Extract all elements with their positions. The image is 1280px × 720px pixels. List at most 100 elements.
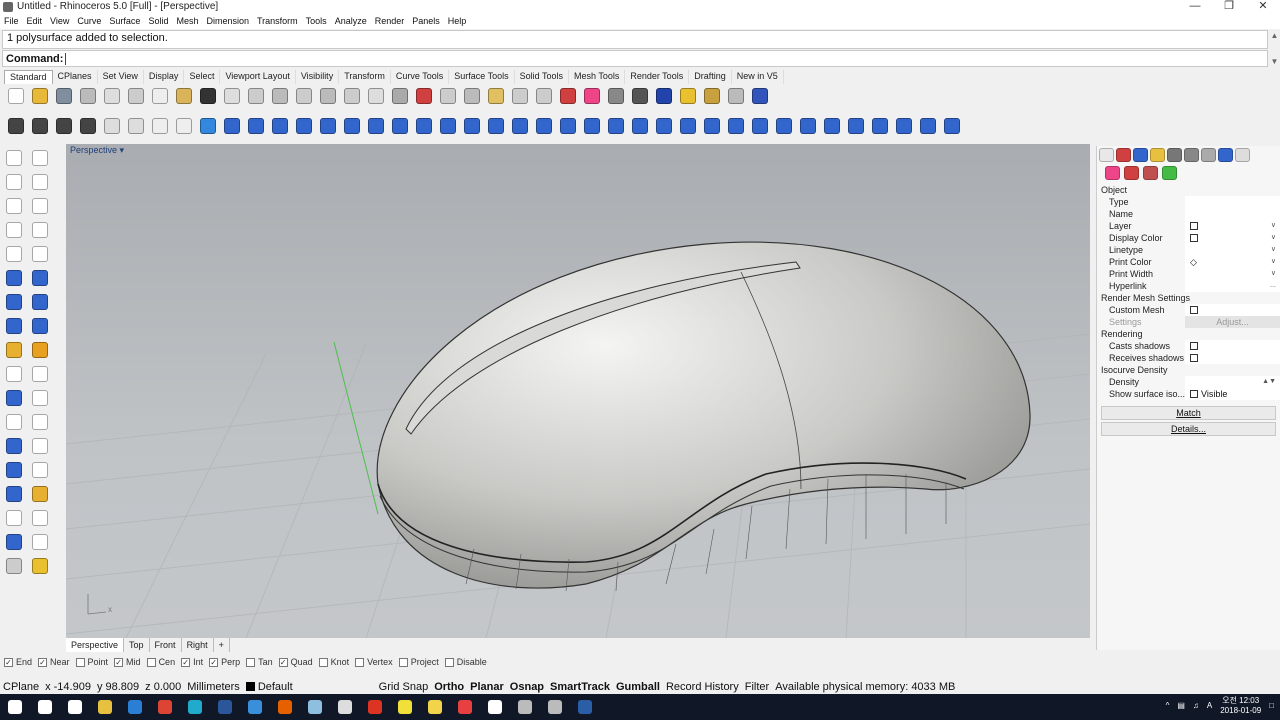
perspective-viewport[interactable]: x xyxy=(66,144,1090,638)
word-taskbar-button[interactable] xyxy=(210,694,240,720)
surface-31-button[interactable] xyxy=(940,115,964,137)
undo-view-button[interactable] xyxy=(364,85,388,107)
tab-standard[interactable]: Standard xyxy=(4,70,53,84)
scroll-down-icon[interactable]: ▼ xyxy=(1269,56,1280,68)
osnap-knot[interactable]: Knot xyxy=(318,657,349,667)
surface-4-button[interactable] xyxy=(292,115,316,137)
copy-button[interactable] xyxy=(148,85,172,107)
grid-button[interactable] xyxy=(2,506,26,530)
osnap-mid-checkbox[interactable]: ✓ xyxy=(114,657,124,667)
materials-tab-icon[interactable] xyxy=(1116,148,1131,162)
four-views-button[interactable] xyxy=(388,85,412,107)
polygon-button[interactable] xyxy=(2,242,26,266)
surface-27-button[interactable] xyxy=(844,115,868,137)
surface-6-button[interactable] xyxy=(340,115,364,137)
check-button[interactable] xyxy=(28,530,52,554)
grid-snap-button[interactable] xyxy=(412,85,436,107)
cut-button[interactable] xyxy=(124,85,148,107)
viewport-tab-right[interactable]: Right xyxy=(182,638,214,652)
warning-button[interactable] xyxy=(28,554,52,578)
polyline-button[interactable] xyxy=(2,170,26,194)
analyze-button[interactable] xyxy=(28,362,52,386)
spinner-icon[interactable]: ▲▼ xyxy=(1262,376,1276,388)
tab-cplanes[interactable]: CPlanes xyxy=(53,70,98,84)
shaded-button[interactable] xyxy=(604,85,628,107)
surface-20-button[interactable] xyxy=(676,115,700,137)
viewport-menu-icon[interactable]: ▾ xyxy=(120,145,125,155)
split-button[interactable] xyxy=(28,410,52,434)
point-button[interactable] xyxy=(28,146,52,170)
render-button[interactable] xyxy=(652,85,676,107)
prop-value-print-width[interactable]: ∨ xyxy=(1185,268,1280,280)
chrome-taskbar-button[interactable] xyxy=(150,694,180,720)
properties-tab-icon[interactable] xyxy=(1099,148,1114,162)
smarttrack-toggle[interactable]: SmartTrack xyxy=(547,680,613,694)
edge-button[interactable] xyxy=(100,115,124,137)
surface-15-button[interactable] xyxy=(556,115,580,137)
display-color-swatch[interactable] xyxy=(1190,234,1198,242)
ellipse-button[interactable] xyxy=(28,194,52,218)
menu-transform[interactable]: Transform xyxy=(253,14,302,29)
record-history-toggle[interactable]: Record History xyxy=(663,680,742,694)
menu-curve[interactable]: Curve xyxy=(73,14,105,29)
move-button[interactable] xyxy=(28,506,52,530)
tab-drafting[interactable]: Drafting xyxy=(689,70,732,84)
tray-arrow-icon[interactable]: ^ xyxy=(1166,701,1170,711)
mesh-tools-4-button[interactable] xyxy=(76,115,100,137)
surface-9-button[interactable] xyxy=(412,115,436,137)
command-line[interactable]: Command: xyxy=(2,50,1268,67)
visible-checkbox[interactable] xyxy=(1190,390,1198,398)
osnap-cen-checkbox[interactable] xyxy=(146,657,156,667)
surface-2-button[interactable] xyxy=(244,115,268,137)
firefox-taskbar-button[interactable] xyxy=(270,694,300,720)
bird-app-taskbar-button[interactable] xyxy=(180,694,210,720)
osnap-perp[interactable]: ✓ Perp xyxy=(209,657,240,667)
search-taskbar-button[interactable] xyxy=(30,694,60,720)
surface-26-button[interactable] xyxy=(820,115,844,137)
osnap-end-checkbox[interactable]: ✓ xyxy=(4,657,13,667)
osnap-vertex[interactable]: Vertex xyxy=(355,657,393,667)
notes-tab-icon[interactable] xyxy=(1201,148,1216,162)
object-props-icon[interactable] xyxy=(1105,166,1120,180)
menu-panels[interactable]: Panels xyxy=(408,14,444,29)
lock-button[interactable] xyxy=(532,85,556,107)
tab-display[interactable]: Display xyxy=(144,70,185,84)
surface-1-button[interactable] xyxy=(220,115,244,137)
chevron-down-icon[interactable]: ∨ xyxy=(1271,244,1276,256)
planar-toggle[interactable]: Planar xyxy=(467,680,507,694)
tab-viewport-layout[interactable]: Viewport Layout xyxy=(220,70,296,84)
arc-tool-button[interactable] xyxy=(2,218,26,242)
surface-5-button[interactable] xyxy=(316,115,340,137)
surface-17-button[interactable] xyxy=(604,115,628,137)
color-wheel-button[interactable] xyxy=(580,85,604,107)
cplane-button[interactable] xyxy=(436,85,460,107)
minimize-button[interactable]: — xyxy=(1178,0,1212,14)
sweep-button[interactable] xyxy=(28,266,52,290)
help-button[interactable] xyxy=(748,85,772,107)
viewport-tab-front[interactable]: Front xyxy=(150,638,182,652)
osnap-mid[interactable]: ✓ Mid xyxy=(114,657,141,667)
ruler-button[interactable] xyxy=(28,482,52,506)
sphere-button[interactable] xyxy=(196,115,220,137)
prop-value-display-color[interactable]: ∨ xyxy=(1185,232,1280,244)
cylinder-button[interactable] xyxy=(2,314,26,338)
tab-solid-tools[interactable]: Solid Tools xyxy=(515,70,569,84)
osnap-toggle[interactable]: Osnap xyxy=(507,680,547,694)
surface-25-button[interactable] xyxy=(796,115,820,137)
material-props-icon[interactable] xyxy=(1124,166,1139,180)
menu-file[interactable]: File xyxy=(0,14,23,29)
menu-tools[interactable]: Tools xyxy=(302,14,331,29)
rectangle-button[interactable] xyxy=(28,218,52,242)
layers-tab-icon[interactable] xyxy=(1133,148,1148,162)
surface-18-button[interactable] xyxy=(628,115,652,137)
menu-surface[interactable]: Surface xyxy=(105,14,144,29)
app-taskbar-button[interactable] xyxy=(300,694,330,720)
pan-button[interactable] xyxy=(220,85,244,107)
prop-value-hyperlink[interactable]: ... xyxy=(1185,280,1280,292)
menu-analyze[interactable]: Analyze xyxy=(331,14,371,29)
start-taskbar-button[interactable] xyxy=(0,694,30,720)
chevron-down-icon[interactable]: ∨ xyxy=(1271,268,1276,280)
curve-button[interactable] xyxy=(148,115,172,137)
surface-3-button[interactable] xyxy=(268,115,292,137)
more-button[interactable]: ... xyxy=(1270,280,1276,292)
